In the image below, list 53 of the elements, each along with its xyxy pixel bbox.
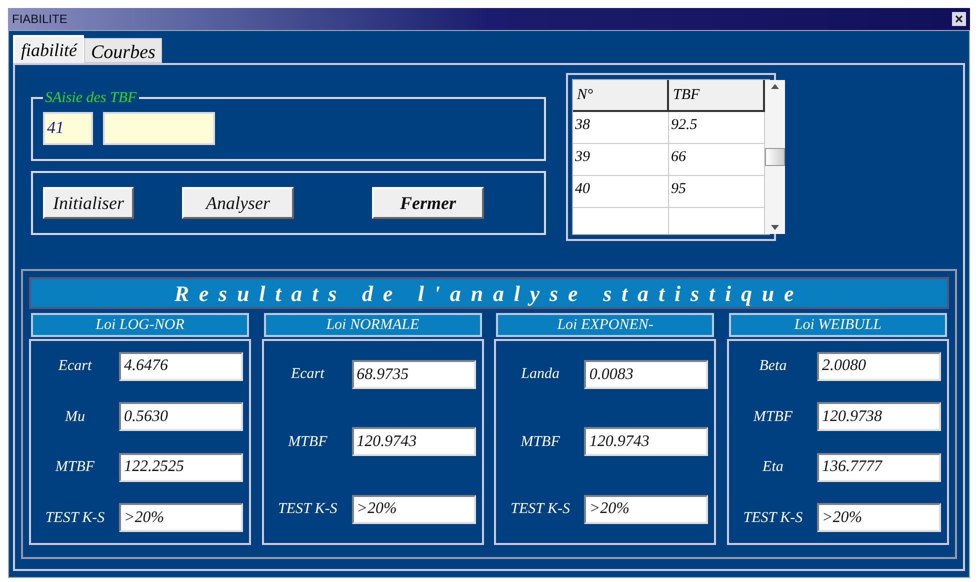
window-title: FIABILITE (12, 11, 68, 28)
value-field: >20% (352, 494, 476, 524)
parameter-label: TEST K-S (44, 508, 106, 528)
down-arrow-icon[interactable] (771, 225, 779, 230)
scroll-thumb[interactable] (765, 148, 785, 166)
value-field: >20% (816, 503, 941, 532)
action-button[interactable]: Analyser (182, 187, 294, 219)
parameter-label: Mu (64, 408, 86, 426)
parameter-label: MTBF (752, 408, 794, 426)
results-title: Resultats de l'analyse statistique (29, 277, 949, 309)
column-header: TBF (669, 80, 765, 112)
parameter-label: TEST K-S (510, 500, 571, 520)
column-header: N° (573, 80, 669, 112)
table-cell: 39 (573, 144, 669, 176)
close-icon (955, 15, 963, 23)
value-field: 120.9743 (352, 427, 476, 456)
tbf-input-field[interactable] (103, 112, 215, 144)
value-field: 68.9735 (352, 360, 476, 390)
group-legend: SAisie des TBF (43, 87, 139, 110)
parameter-label: Ecart (290, 365, 326, 384)
law-title: Loi LOG-NOR (31, 313, 249, 337)
value-field: 120.9738 (816, 402, 941, 432)
close-button[interactable] (952, 12, 966, 26)
law-title: Loi NORMALE (264, 313, 482, 337)
value-field: 122.2525 (119, 452, 243, 482)
scrollbar[interactable] (765, 80, 785, 234)
parameter-label: TEST K-S (276, 500, 338, 520)
value-field: 0.5630 (119, 402, 243, 432)
parameter-label: Landa (520, 365, 560, 384)
law-title: Loi EXPONEN- (496, 313, 714, 337)
value-field: 2.0080 (816, 352, 941, 381)
parameter-label: Ecart (57, 357, 93, 376)
value-field: 0.0083 (584, 360, 708, 390)
parameter-label: MTBF (54, 458, 96, 477)
law-title: Loi WEIBULL (728, 313, 947, 337)
action-button[interactable]: Initialiser (43, 187, 134, 219)
value-field: 120.9743 (584, 427, 708, 456)
up-arrow-icon[interactable] (771, 84, 779, 89)
value-field: 136.7777 (816, 452, 941, 482)
value-field: 4.6476 (119, 352, 243, 381)
parameter-label: MTBF (520, 432, 561, 452)
tab[interactable]: fiabilité (13, 35, 84, 63)
parameter-label: MTBF (287, 432, 328, 452)
parameter-label: TEST K-S (742, 508, 804, 528)
value-field: >20% (119, 503, 243, 532)
parameter-label: Beta (758, 357, 788, 376)
table-cell: 38 (573, 112, 669, 144)
parameter-label: Eta (761, 458, 784, 477)
table-cell: 40 (573, 176, 669, 208)
tab[interactable]: Courbes (84, 38, 162, 63)
value-field: >20% (584, 494, 708, 524)
action-button[interactable]: Fermer (372, 187, 484, 219)
number-field[interactable]: 41 (43, 112, 93, 144)
